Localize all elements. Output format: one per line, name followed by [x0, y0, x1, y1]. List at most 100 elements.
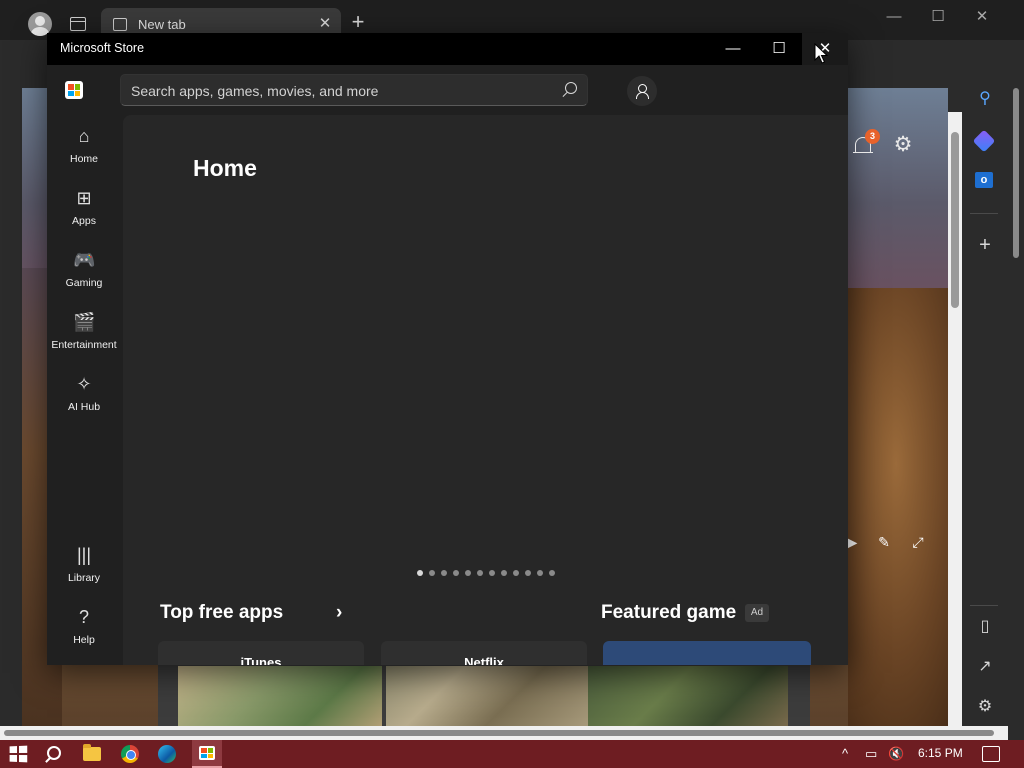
mouse-cursor-icon: [814, 43, 829, 64]
nav-item-gaming[interactable]: 🎮 Gaming: [47, 249, 121, 307]
scrollbar-thumb[interactable]: [4, 730, 994, 736]
minimize-button[interactable]: —: [710, 33, 756, 65]
sparkle-icon: ✧: [76, 374, 92, 394]
store-main-content: Home Top free apps › Featured game Ad iT…: [123, 115, 848, 665]
carousel-dot[interactable]: [537, 570, 543, 576]
nav-item-label: Entertainment: [51, 339, 117, 351]
nav-item-label: Library: [67, 572, 101, 584]
ad-badge: Ad: [745, 604, 769, 622]
search-icon[interactable]: [561, 81, 577, 99]
window-title: Microsoft Store: [60, 41, 145, 55]
browser-maximize-button[interactable]: ☐: [928, 9, 948, 25]
minecraft-screenshot: [588, 666, 788, 728]
carousel-dot[interactable]: [549, 570, 555, 576]
app-card-netflix[interactable]: Netflix: [381, 641, 587, 665]
nav-item-apps[interactable]: ⊞ Apps: [47, 187, 121, 245]
carousel-dot[interactable]: [489, 570, 495, 576]
gamepad-icon: 🎮: [73, 250, 96, 270]
customize-icon[interactable]: ✎: [874, 532, 894, 552]
store-bag-icon: [199, 746, 215, 760]
scrollbar-thumb[interactable]: [1013, 88, 1019, 258]
app-card-title: Netflix: [464, 655, 504, 665]
carousel-dot[interactable]: [441, 570, 447, 576]
file-explorer-icon[interactable]: [83, 744, 101, 761]
windows-taskbar: ^ ▭ 🔇 6:15 PM: [0, 740, 1024, 768]
carousel-dot[interactable]: [417, 570, 423, 576]
carousel-dot[interactable]: [501, 570, 507, 576]
taskbar-search-icon[interactable]: [45, 746, 61, 762]
edge-icon[interactable]: [158, 745, 176, 763]
background-rock: [848, 288, 948, 728]
chrome-icon[interactable]: [121, 745, 139, 763]
notification-badge: 3: [865, 129, 880, 144]
nav-item-label: Help: [73, 634, 95, 646]
add-sidebar-app-icon[interactable]: +: [974, 234, 996, 256]
home-icon: ⌂: [78, 126, 90, 146]
microsoft-store-window: Microsoft Store — ☐ ✕ ⌂ Home ⊞ Apps 🎮 Ga…: [47, 33, 848, 665]
help-icon: ?: [78, 607, 89, 627]
sidebar-divider: [970, 213, 998, 214]
carousel-dot[interactable]: [453, 570, 459, 576]
store-navigation: ⌂ Home ⊞ Apps 🎮 Gaming 🎬 Entertainment ✧…: [47, 115, 121, 665]
library-icon: |||: [76, 545, 92, 565]
carousel-dot[interactable]: [525, 570, 531, 576]
horizontal-scrollbar[interactable]: [0, 726, 1008, 740]
nav-item-help[interactable]: ? Help: [47, 606, 121, 664]
nav-item-library[interactable]: ||| Library: [47, 544, 121, 602]
start-button[interactable]: [9, 745, 28, 763]
top-free-apps-heading[interactable]: Top free apps: [160, 602, 283, 624]
minecraft-screenshot: [386, 666, 590, 728]
taskbar-clock[interactable]: 6:15 PM: [918, 746, 963, 760]
carousel-dot[interactable]: [477, 570, 483, 576]
clapperboard-icon: 🎬: [73, 312, 96, 332]
copilot-sidebar-icon[interactable]: [972, 129, 996, 153]
window-scrollbar[interactable]: [1008, 80, 1024, 740]
close-tab-icon[interactable]: ✕: [317, 16, 333, 32]
nav-item-ai-hub[interactable]: ✧ AI Hub: [47, 373, 121, 431]
store-title-bar[interactable]: Microsoft Store — ☐ ✕: [47, 33, 848, 65]
carousel-dot[interactable]: [465, 570, 471, 576]
carousel-indicator[interactable]: [417, 570, 555, 578]
browser-minimize-button[interactable]: —: [884, 9, 904, 25]
split-screen-icon[interactable]: ▯: [974, 616, 996, 638]
browser-close-button[interactable]: ✕: [972, 9, 992, 25]
network-icon[interactable]: ▭: [865, 746, 877, 762]
featured-game-card[interactable]: [603, 641, 811, 665]
show-hidden-icons-chevron-icon[interactable]: ^: [842, 746, 848, 762]
store-logo-icon: [65, 81, 83, 99]
bell-base: [853, 152, 873, 153]
new-tab-button[interactable]: +: [348, 11, 368, 33]
featured-game-heading: Featured game: [601, 602, 737, 623]
maximize-button[interactable]: ☐: [756, 33, 802, 65]
sidebar-divider: [970, 605, 998, 606]
outlook-icon[interactable]: o: [975, 172, 993, 188]
browser-tab-title: New tab: [138, 17, 186, 32]
nav-item-label: Gaming: [65, 277, 103, 289]
account-button[interactable]: [627, 76, 657, 106]
app-card-itunes[interactable]: iTunes: [158, 641, 364, 665]
search-icon[interactable]: ⚲: [974, 88, 996, 110]
nav-item-entertainment[interactable]: 🎬 Entertainment: [47, 311, 121, 369]
nav-item-home[interactable]: ⌂ Home: [47, 125, 121, 183]
search-input[interactable]: [131, 81, 551, 101]
carousel-dot[interactable]: [429, 570, 435, 576]
volume-muted-icon[interactable]: 🔇: [888, 746, 904, 762]
microsoft-store-taskbar-icon[interactable]: [192, 740, 222, 768]
tab-actions-icon[interactable]: [70, 17, 86, 31]
action-center-icon[interactable]: [982, 746, 1000, 762]
settings-icon[interactable]: ⚙: [974, 696, 996, 718]
page-scrollbar[interactable]: [948, 112, 962, 726]
scrollbar-thumb[interactable]: [951, 132, 959, 308]
settings-gear-icon[interactable]: ⚙: [892, 134, 914, 156]
chevron-right-icon[interactable]: ›: [336, 602, 342, 624]
nav-item-label: Apps: [72, 215, 96, 227]
carousel-dot[interactable]: [513, 570, 519, 576]
share-icon[interactable]: ↗: [974, 656, 996, 678]
search-box[interactable]: [120, 74, 588, 106]
nav-item-label: Home: [69, 153, 98, 165]
page-title: Home: [193, 155, 257, 181]
minecraft-screenshot: [178, 666, 382, 728]
edge-sidebar: ⚲ o + ▯ ↗ ⚙: [962, 80, 1008, 728]
fullscreen-icon[interactable]: ⤢: [908, 532, 928, 552]
notifications-button[interactable]: 3: [853, 129, 880, 157]
